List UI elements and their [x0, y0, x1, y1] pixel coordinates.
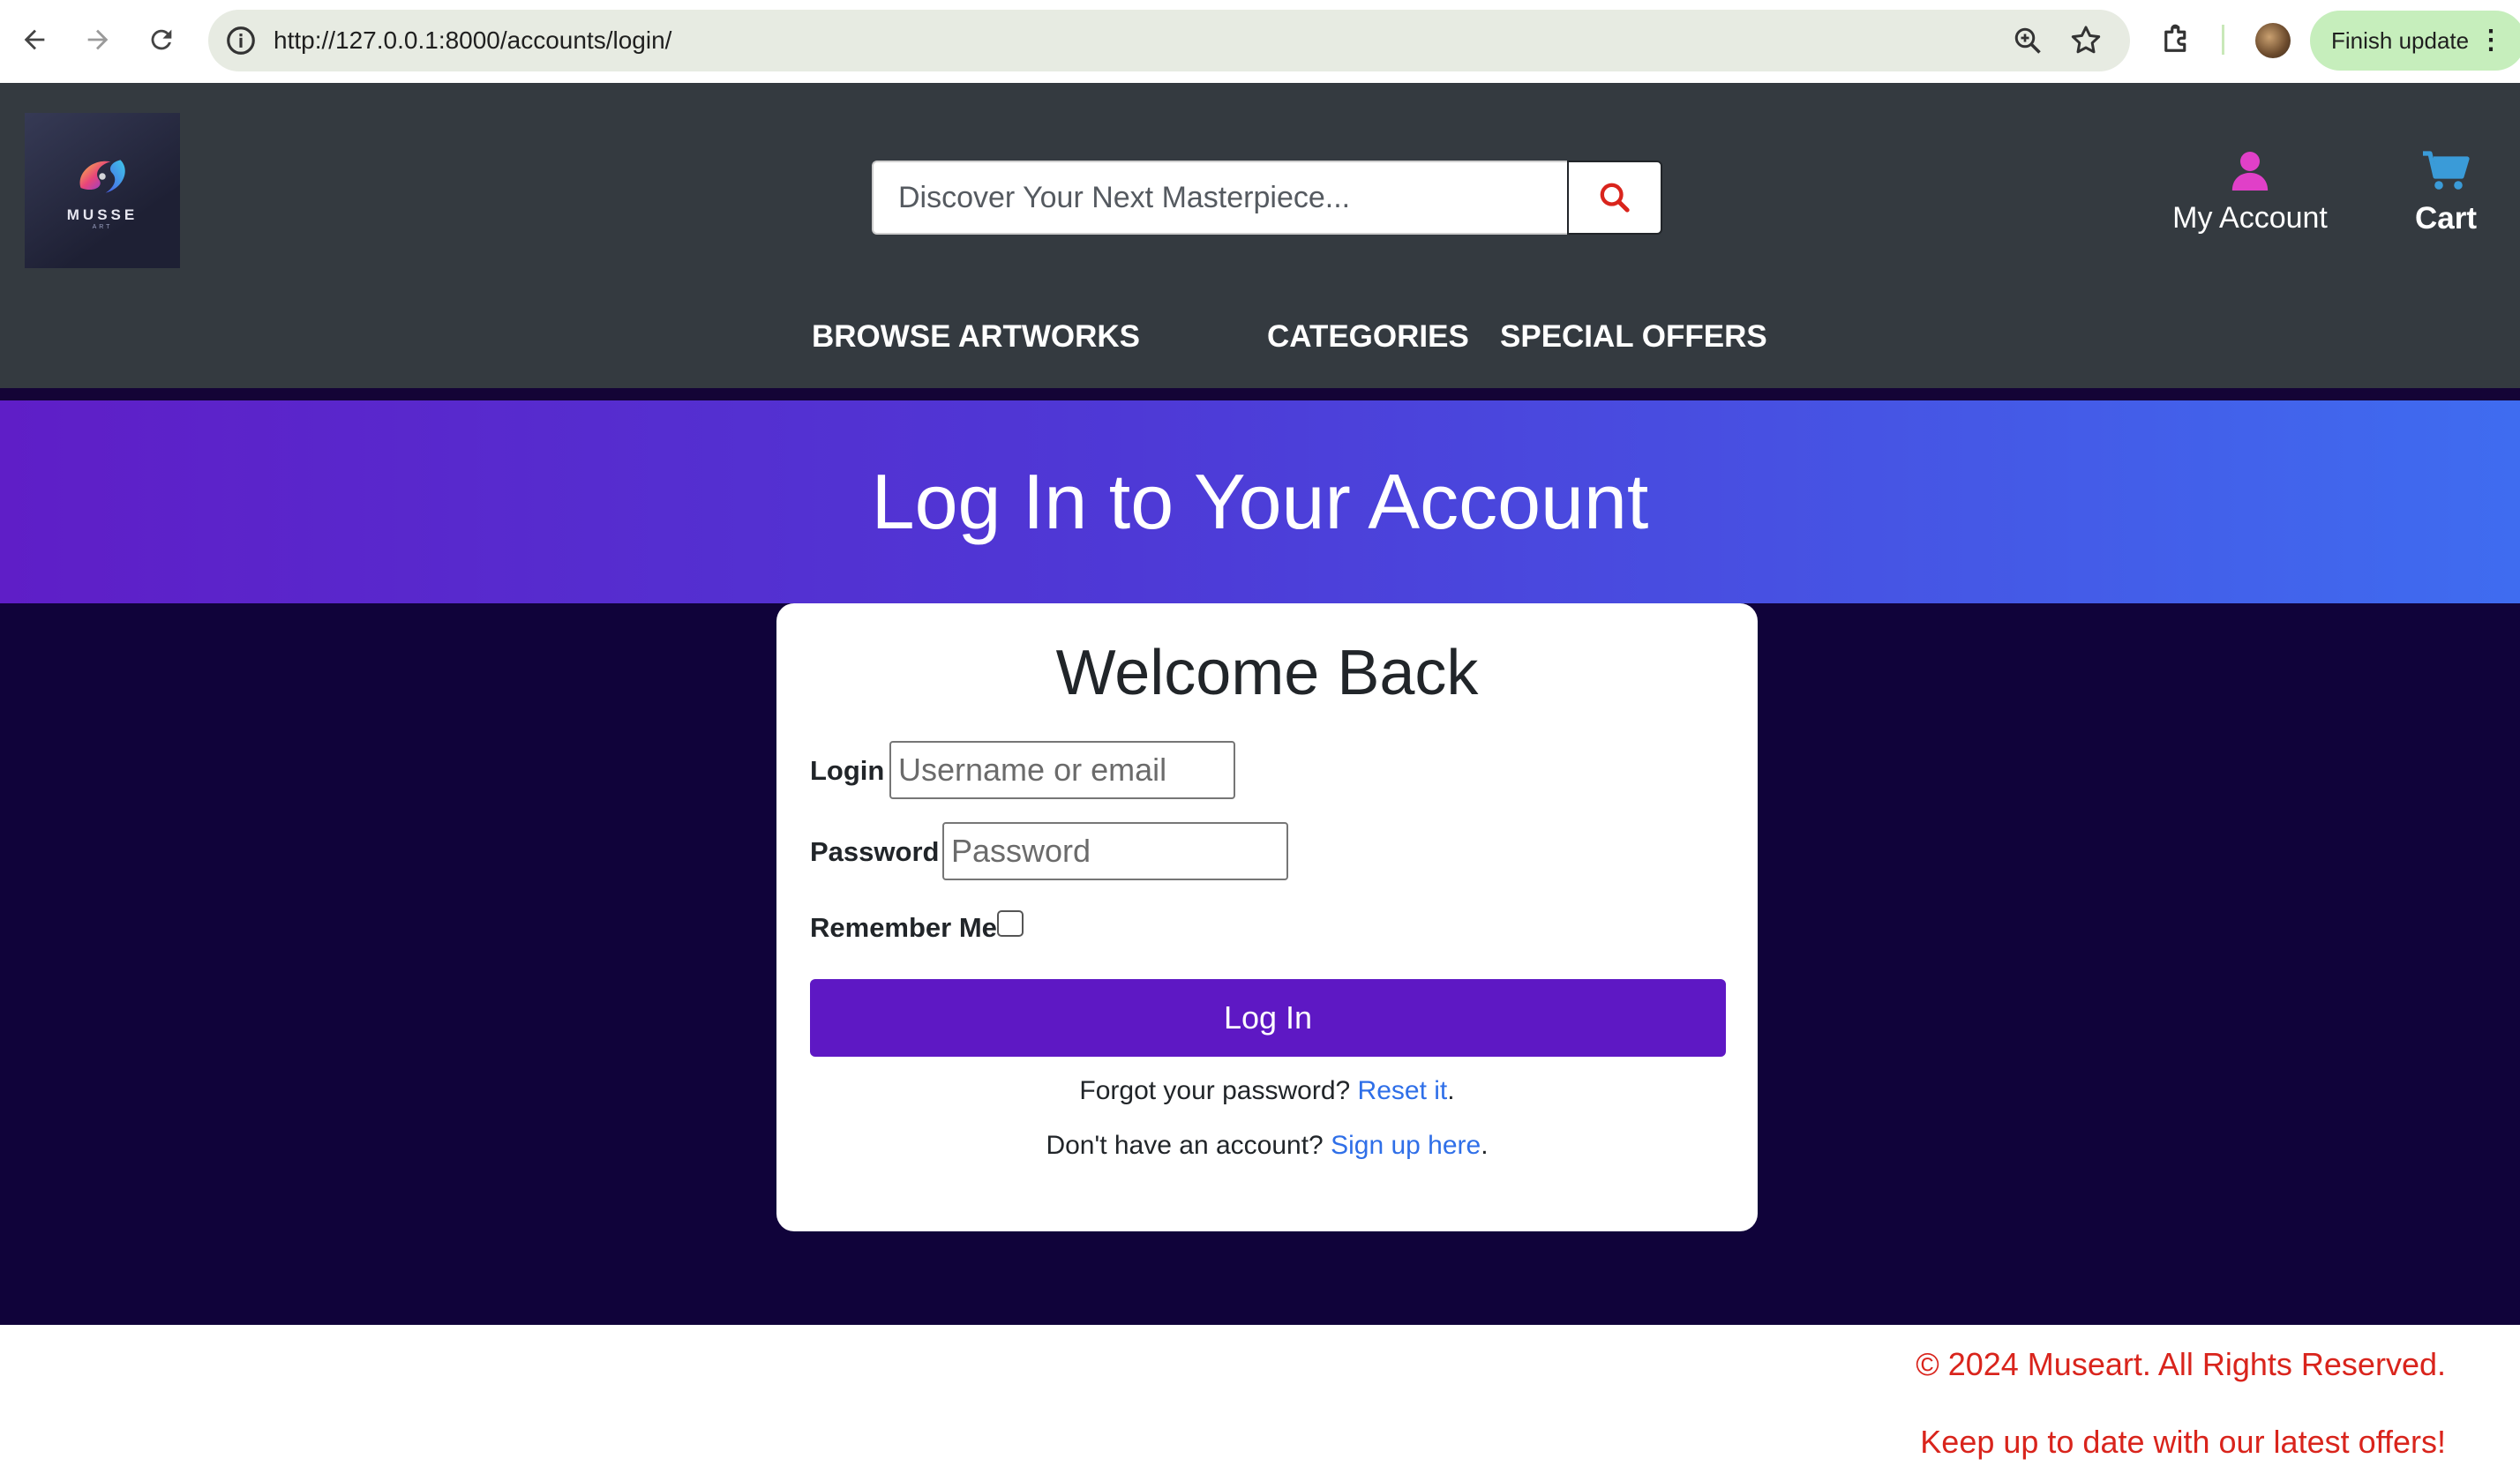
nav-categories[interactable]: CATEGORIES	[1267, 319, 1469, 355]
remember-me-label: Remember Me	[810, 912, 997, 943]
my-account-link[interactable]: My Account	[2153, 150, 2347, 247]
search-bar	[872, 161, 1662, 235]
login-input[interactable]	[889, 741, 1235, 799]
header-divider	[0, 388, 2520, 400]
log-in-button[interactable]: Log In	[810, 979, 1726, 1057]
finish-update-label: Finish update	[2331, 27, 2470, 54]
signup-suffix: .	[1481, 1131, 1489, 1160]
search-input[interactable]	[872, 161, 1567, 235]
site-logo[interactable]: MUSSE ART	[25, 113, 180, 268]
browser-toolbar: http://127.0.0.1:8000/accounts/login/ Fi…	[0, 0, 2520, 83]
site-footer: © 2024 Museart. All Rights Reserved. Kee…	[0, 1325, 2520, 1466]
sign-up-link[interactable]: Sign up here	[1331, 1131, 1481, 1160]
signup-text: Don't have an account?	[1046, 1131, 1324, 1160]
forgot-password-line: Forgot your password? Reset it.	[776, 1076, 1758, 1106]
cart-link[interactable]: Cart	[2391, 150, 2501, 247]
cart-label: Cart	[2414, 201, 2478, 236]
main-nav: BROWSE ARTWORKS CATEGORIES SPECIAL OFFER…	[0, 319, 2520, 363]
reload-button[interactable]	[141, 19, 182, 60]
nav-special-offers[interactable]: SPECIAL OFFERS	[1500, 319, 1767, 355]
search-button[interactable]	[1567, 161, 1662, 235]
nav-browse-artworks[interactable]: BROWSE ARTWORKS	[812, 319, 1140, 355]
toolbar-divider	[2222, 25, 2224, 55]
extensions-puzzle-icon[interactable]	[2158, 21, 2195, 58]
welcome-heading: Welcome Back	[1055, 638, 1479, 708]
remember-me-checkbox[interactable]	[997, 910, 1024, 937]
offers-tagline: Keep up to date with our latest offers!	[1920, 1424, 2446, 1460]
forgot-password-text: Forgot your password?	[1079, 1076, 1351, 1105]
address-bar[interactable]: http://127.0.0.1:8000/accounts/login/	[208, 10, 2130, 71]
page-title: Log In to Your Account	[871, 458, 1649, 545]
my-account-label: My Account	[2172, 201, 2328, 235]
back-button[interactable]	[14, 19, 55, 60]
chrome-menu-icon[interactable]: ⋮	[2478, 11, 2504, 71]
login-form: Welcome Back Login Password Remember Me …	[776, 603, 1758, 1231]
reset-password-link[interactable]: Reset it	[1358, 1076, 1448, 1105]
logo-text: MUSSE	[66, 206, 139, 223]
site-header: MUSSE ART My Account Cart BROWSE ARTWORK…	[0, 83, 2520, 388]
hero-banner: Log In to Your Account	[0, 400, 2520, 603]
login-label: Login	[810, 755, 885, 786]
logo-subtext: ART	[92, 223, 113, 230]
signup-line: Don't have an account? Sign up here.	[776, 1131, 1758, 1161]
user-icon	[2231, 152, 2269, 191]
url-text: http://127.0.0.1:8000/accounts/login/	[274, 26, 672, 54]
forward-button[interactable]	[78, 19, 118, 60]
forgot-suffix: .	[1447, 1076, 1455, 1105]
search-icon	[1600, 183, 1630, 213]
bookmark-star-icon[interactable]	[2068, 23, 2104, 58]
arrow-left-icon	[24, 29, 45, 50]
reload-icon	[151, 29, 172, 50]
shopping-cart-icon	[2423, 151, 2470, 190]
profile-avatar[interactable]	[2255, 23, 2291, 58]
logo-swirl-icon	[79, 159, 125, 193]
main-content: Welcome Back Login Password Remember Me …	[0, 603, 2520, 1325]
copyright-text: © 2024 Museart. All Rights Reserved.	[1916, 1346, 2446, 1382]
password-label: Password	[810, 836, 940, 867]
arrow-right-icon	[87, 29, 109, 50]
password-input[interactable]	[942, 822, 1288, 880]
site-info-icon[interactable]	[224, 24, 258, 57]
zoom-icon[interactable]	[2012, 25, 2044, 56]
finish-update-button[interactable]: Finish update ⋮	[2310, 11, 2520, 71]
